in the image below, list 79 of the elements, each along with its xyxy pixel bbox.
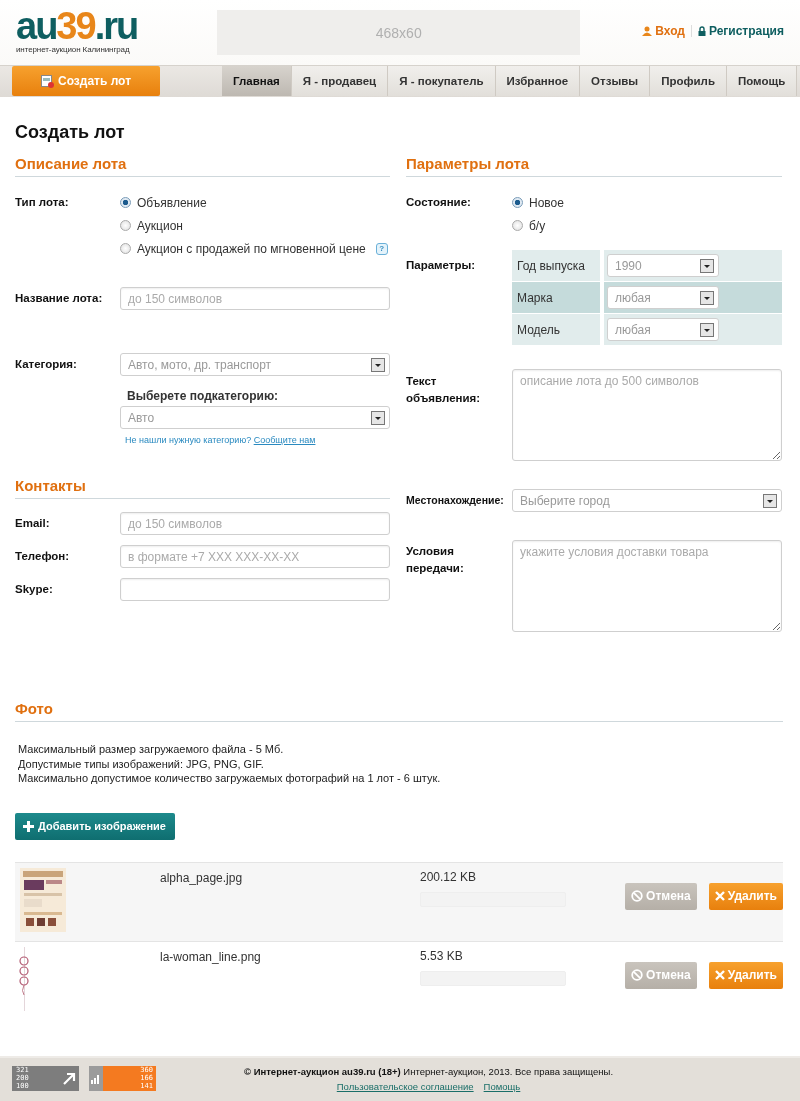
dropdown-field[interactable]: 1990 xyxy=(607,254,719,277)
field-label: Местонахождение: xyxy=(406,493,505,508)
input-field[interactable]: до 150 символов xyxy=(120,287,390,310)
radio-button[interactable] xyxy=(120,197,131,208)
login-link[interactable]: Вход xyxy=(655,24,685,38)
radio-label: Аукцион с продажей по мгновенной цене xyxy=(137,241,366,256)
footer-link[interactable]: Пользовательское соглашение xyxy=(336,1080,474,1092)
nav-tab[interactable]: Я - продавец xyxy=(291,66,389,96)
delete-button[interactable]: Удалить xyxy=(708,882,783,910)
file-name: alpha_page.jpg xyxy=(160,869,244,887)
footer-link[interactable]: Помощь xyxy=(483,1080,521,1092)
user-icon xyxy=(642,26,653,36)
no-entry-icon xyxy=(631,969,644,981)
section-title: Фото xyxy=(15,700,783,722)
radio-button[interactable] xyxy=(120,220,131,231)
field-label: Условия передачи: xyxy=(406,544,465,576)
input-field[interactable]: в формате +7 XXX XXX-XX-XX xyxy=(120,545,390,568)
add-image-button[interactable]: Добавить изображение xyxy=(15,812,175,840)
text-area[interactable]: описание лота до 500 символов xyxy=(512,369,782,461)
close-icon xyxy=(714,891,725,901)
plus-icon xyxy=(23,820,34,832)
field-label: Email: xyxy=(15,516,51,529)
no-entry-icon xyxy=(631,890,644,902)
dropdown-field[interactable]: любая xyxy=(607,318,719,341)
document-plus-icon xyxy=(40,74,54,88)
table-cell-text: Год выпуска xyxy=(516,257,586,275)
field-label: Параметры: xyxy=(406,258,477,273)
page-title: Создать лот xyxy=(15,122,126,143)
radio-label: Аукцион xyxy=(137,218,183,233)
field-label: Тип лота: xyxy=(15,195,70,208)
file-name: la-woman_line.png xyxy=(160,948,262,966)
radio-button[interactable] xyxy=(120,243,131,254)
section-title: Контакты xyxy=(15,477,390,499)
copyright: © Интернет-аукцион au39.ru (18+) Интернет-аукцион, 2013. Все права защищены. xyxy=(244,1064,614,1079)
arrow-icon xyxy=(62,1071,76,1086)
report-link[interactable]: Сообщите нам xyxy=(253,435,316,445)
hint-text: Не нашли нужную категорию? Сообщите нам xyxy=(125,435,317,445)
table-cell-text: Модель xyxy=(516,321,562,339)
close-icon xyxy=(714,970,725,980)
nav-tab[interactable]: Отзывы xyxy=(580,66,651,96)
lock-icon xyxy=(697,26,706,36)
dropdown-field[interactable]: любая xyxy=(607,286,719,309)
field-label: Состояние: xyxy=(406,195,472,210)
nav-tab[interactable]: Избранное xyxy=(495,66,581,96)
field-label: Категория: xyxy=(15,357,78,370)
nav-tab[interactable]: Профиль xyxy=(650,66,727,96)
banner-size-text: 468x60 xyxy=(375,24,422,41)
field-label: Текст объявления: xyxy=(406,374,482,406)
input-field[interactable] xyxy=(120,578,390,601)
file-size: 200.12 KB xyxy=(420,868,478,884)
delete-button[interactable]: Удалить xyxy=(708,961,783,989)
subcategory-label: Выберете подкатегорию: xyxy=(127,389,280,403)
dropdown-field[interactable]: Авто xyxy=(120,406,390,429)
section-title: Описание лота xyxy=(15,155,390,177)
radio-label: Объявление xyxy=(137,195,207,210)
section-title: Параметры лота xyxy=(406,155,782,177)
logo[interactable]: au39.ru xyxy=(16,8,138,44)
field-label: Название лота: xyxy=(15,291,104,304)
register-link[interactable]: Регистрация xyxy=(708,24,784,38)
nav-tab[interactable]: Помощь xyxy=(726,66,798,96)
input-field[interactable]: до 150 символов xyxy=(120,512,390,535)
radio-button[interactable] xyxy=(512,197,523,208)
nav-tab[interactable]: Главная xyxy=(222,66,292,96)
table-cell-text: Марка xyxy=(516,289,554,307)
upload-info: Максимальный размер загружаемого файла - 5 Мб. Допустимые типы изображений: JPG, PNG, GIF. Максимально допустимое количество загружаемых фотографий на 1 лот - 6 штук. xyxy=(18,742,442,786)
nav-tab[interactable]: Я - покупатель xyxy=(388,66,496,96)
dropdown-field[interactable]: Выберите город xyxy=(512,489,782,512)
field-label: Skype: xyxy=(15,582,54,595)
text-area[interactable]: укажите условия доставки товара xyxy=(512,540,782,632)
file-size: 5.53 KB xyxy=(420,947,464,963)
bar-chart-icon xyxy=(91,1073,101,1084)
create-lot-button[interactable]: Создать лот xyxy=(12,66,160,96)
field-label: Телефон: xyxy=(15,549,71,562)
dropdown-field[interactable]: Авто, мото, др. транспорт xyxy=(120,353,390,376)
radio-label: Новое xyxy=(529,195,564,210)
tagline: интернет-аукцион Калининград xyxy=(16,45,131,54)
radio-button[interactable] xyxy=(512,220,523,231)
radio-label: б/у xyxy=(529,218,546,233)
help-icon[interactable]: ? xyxy=(375,242,388,255)
